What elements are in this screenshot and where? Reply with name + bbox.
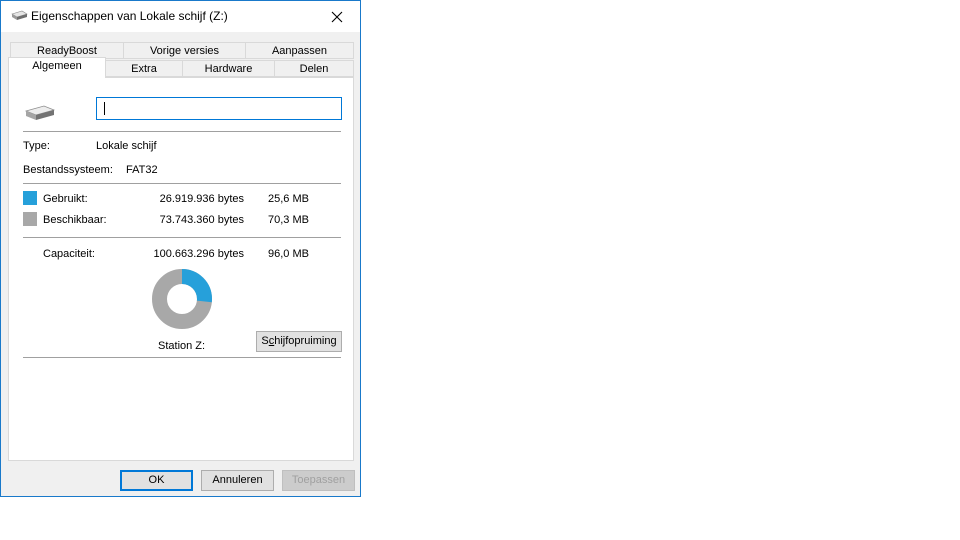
free-label: Beschikbaar: [43, 214, 107, 226]
close-button[interactable] [314, 1, 360, 32]
capacity-size: 96,0 MB [268, 248, 309, 260]
station-label: Station Z: [158, 340, 206, 352]
capacity-label: Capaciteit: [43, 248, 95, 260]
cleanup-label-part: hijfopruiming [274, 335, 337, 347]
separator [23, 357, 341, 358]
properties-dialog: Eigenschappen van Lokale schijf (Z:) Rea… [0, 0, 361, 497]
separator [23, 183, 341, 184]
used-label: Gebruikt: [43, 193, 88, 205]
capacity-bytes: 100.663.296 bytes [153, 248, 244, 260]
type-label: Type: [23, 140, 50, 152]
ok-button[interactable]: OK [120, 470, 193, 491]
cleanup-label-part: S [261, 335, 269, 347]
tab-hardware[interactable]: Hardware [182, 60, 275, 77]
filesystem-label: Bestandssysteem: [23, 164, 113, 176]
used-bytes: 26.919.936 bytes [159, 193, 244, 205]
tab-algemeen[interactable]: Algemeen [8, 57, 106, 78]
free-size: 70,3 MB [268, 214, 309, 226]
tab-extra[interactable]: Extra [105, 60, 183, 77]
drive-name-input[interactable] [96, 97, 342, 120]
title-bar: Eigenschappen van Lokale schijf (Z:) [1, 1, 360, 32]
drive-icon [11, 10, 28, 20]
separator [23, 131, 341, 132]
type-value: Lokale schijf [96, 140, 157, 152]
apply-button[interactable]: Toepassen [282, 470, 355, 491]
disk-cleanup-button[interactable]: Schijfopruiming [256, 331, 342, 352]
filesystem-value: FAT32 [126, 164, 158, 176]
tab-delen[interactable]: Delen [274, 60, 354, 77]
drive-icon [24, 105, 56, 120]
tab-vorige-versies[interactable]: Vorige versies [123, 42, 246, 59]
separator [23, 237, 341, 238]
used-size: 25,6 MB [268, 193, 309, 205]
general-tab-panel: Type: Lokale schijf Bestandssysteem: FAT… [8, 77, 354, 461]
cancel-button[interactable]: Annuleren [201, 470, 274, 491]
text-caret [104, 102, 105, 115]
usage-donut-chart [152, 269, 212, 329]
window-title: Eigenschappen van Lokale schijf (Z:) [31, 9, 228, 23]
close-icon [331, 11, 343, 23]
free-bytes: 73.743.360 bytes [159, 214, 244, 226]
used-color-swatch [23, 191, 37, 205]
tab-aanpassen[interactable]: Aanpassen [245, 42, 354, 59]
free-color-swatch [23, 212, 37, 226]
